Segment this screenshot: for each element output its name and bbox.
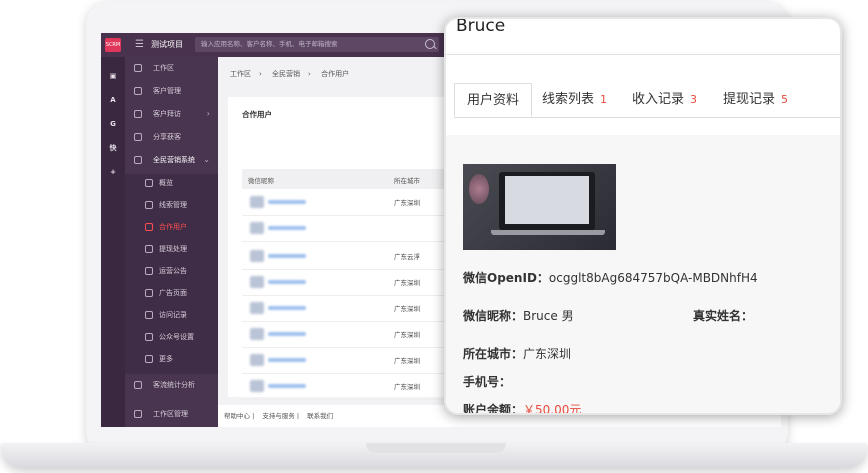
user-photo — [463, 164, 616, 250]
laptop-notch — [366, 443, 506, 453]
submenu-visit-log[interactable]: 访问记录 — [125, 305, 218, 325]
breadcrumb-partners: 合作用户 — [321, 70, 350, 78]
detail-tabs: 用户资料 线索列表 1 收入记录 3 提现记录 5 — [454, 83, 840, 118]
more-icon — [145, 355, 153, 363]
submenu-withdraw[interactable]: 提现处理 — [125, 239, 218, 259]
search-icon[interactable] — [425, 39, 435, 49]
submenu-overview[interactable]: 概览 — [125, 173, 218, 193]
income-count: 3 — [690, 93, 698, 106]
openid-value: ocgglt8bAg684757bQA-MBDNhfH4 — [548, 271, 758, 285]
column-nickname[interactable]: 微信昵称 — [248, 175, 274, 185]
rail-item-g[interactable]: G — [105, 117, 121, 131]
avatar — [250, 222, 264, 234]
card-title: 合作用户 — [242, 110, 272, 119]
list-icon — [145, 201, 153, 209]
avatar — [250, 250, 264, 262]
tab-profile[interactable]: 用户资料 — [454, 83, 533, 117]
tab-income[interactable]: 收入记录 3 — [632, 83, 697, 117]
app-rail: ▣ A G 快 + — [101, 57, 125, 427]
submenu-ad-pages[interactable]: 广告页面 — [125, 283, 218, 303]
balance-field: 账户余额：￥50.00元 — [463, 403, 582, 415]
users-icon — [145, 223, 153, 231]
row-city: 广东云浮 — [394, 253, 420, 261]
nickname-field: 微信昵称：Bruce 男 — [463, 309, 574, 323]
city-field: 所在城市：广东深圳 — [463, 347, 572, 361]
clock-icon — [145, 311, 153, 319]
breadcrumb-marketing[interactable]: 全民营销 — [272, 70, 300, 78]
nickname-blurred — [268, 200, 306, 204]
footer-support-link[interactable]: 支持与服务 — [262, 412, 295, 420]
row-city: 广东深圳 — [394, 305, 420, 313]
overview-icon — [145, 179, 153, 187]
row-city: 广东深圳 — [394, 199, 420, 207]
nickname-blurred — [268, 254, 306, 258]
withdraw-icon — [145, 245, 153, 253]
gear-icon — [134, 410, 142, 418]
search-input[interactable]: 输入应用名称、客户名称、手机、电子邮箱搜索 — [195, 37, 439, 52]
wechat-icon — [145, 333, 153, 341]
row-city: 广东深圳 — [394, 383, 420, 391]
city-value: 广东深圳 — [523, 347, 572, 361]
submenu-partners[interactable]: 合作用户 — [125, 217, 218, 237]
menu-icon[interactable]: ☰ — [135, 39, 144, 50]
column-city[interactable]: 所在城市 — [394, 175, 420, 185]
rail-home-icon[interactable]: ▣ — [105, 69, 121, 83]
breadcrumb: 工作区 › 全民营销 › 合作用户 — [230, 69, 357, 79]
avatar — [250, 276, 264, 288]
rail-add-icon[interactable]: + — [105, 165, 121, 179]
footer-contact-link[interactable]: 联系我们 — [307, 412, 333, 420]
project-name[interactable]: 测试项目 — [151, 39, 183, 50]
divider — [446, 54, 840, 55]
realname-field: 真实姓名： — [693, 309, 754, 323]
avatar — [250, 196, 264, 208]
tab-withdrawals[interactable]: 提现记录 5 — [723, 83, 788, 117]
photo-laptop-base — [491, 230, 605, 235]
rail-item-kuai[interactable]: 快 — [105, 141, 121, 155]
user-name: Bruce — [456, 17, 506, 36]
nickname-blurred — [268, 358, 306, 362]
breadcrumb-separator: › — [259, 70, 262, 78]
breadcrumb-separator: › — [308, 70, 311, 78]
nickname-blurred — [268, 226, 306, 230]
row-city: 广东深圳 — [394, 331, 420, 339]
profile-panel: 微信OpenID：ocgglt8bAg684757bQA-MBDNhfH4 微信… — [446, 135, 840, 415]
openid-field: 微信OpenID：ocgglt8bAg684757bQA-MBDNhfH4 — [463, 271, 758, 285]
nickname-blurred — [268, 384, 306, 388]
row-city: 广东深圳 — [394, 357, 420, 365]
withdrawals-count: 5 — [781, 93, 789, 106]
nickname-blurred — [268, 332, 306, 336]
breadcrumb-workspace[interactable]: 工作区 — [230, 70, 251, 78]
submenu: 概览 线索管理 合作用户 提现处理 运营公告 广告页面 访问记录 公众号设置 更… — [125, 57, 218, 427]
phone-field: 手机号： — [463, 375, 512, 389]
nickname-blurred — [268, 306, 306, 310]
laptop-base — [0, 443, 868, 469]
sidebar-item-traffic[interactable]: 客流统计分析 — [125, 375, 218, 395]
avatar — [250, 328, 264, 340]
submenu-announcements[interactable]: 运营公告 — [125, 261, 218, 281]
submenu-leads[interactable]: 线索管理 — [125, 195, 218, 215]
brand-logo[interactable]: SCRM — [105, 38, 121, 52]
ad-icon — [145, 289, 153, 297]
leads-count: 1 — [600, 93, 608, 106]
nickname-blurred — [268, 280, 306, 284]
avatar — [250, 302, 264, 314]
chart-icon — [134, 381, 142, 389]
user-detail-popup: Bruce 用户资料 线索列表 1 收入记录 3 提现记录 5 微信OpenID：oc… — [444, 17, 842, 415]
rail-item-a[interactable]: A — [105, 93, 121, 107]
sidebar-item-workspace-admin[interactable]: 工作区管理 — [125, 404, 218, 424]
submenu-more[interactable]: 更多 — [125, 349, 218, 369]
balance-value: ￥50.00元 — [523, 403, 582, 415]
avatar — [250, 354, 264, 366]
row-city: 广东深圳 — [394, 279, 420, 287]
nickname-value: Bruce 男 — [523, 309, 574, 323]
photo-plant — [469, 174, 489, 204]
photo-laptop-screen — [505, 176, 589, 224]
announcement-icon — [145, 267, 153, 275]
submenu-wechat-settings[interactable]: 公众号设置 — [125, 327, 218, 347]
avatar — [250, 380, 264, 392]
footer-help-link[interactable]: 帮助中心 — [224, 412, 250, 420]
tab-leads[interactable]: 线索列表 1 — [542, 83, 607, 117]
